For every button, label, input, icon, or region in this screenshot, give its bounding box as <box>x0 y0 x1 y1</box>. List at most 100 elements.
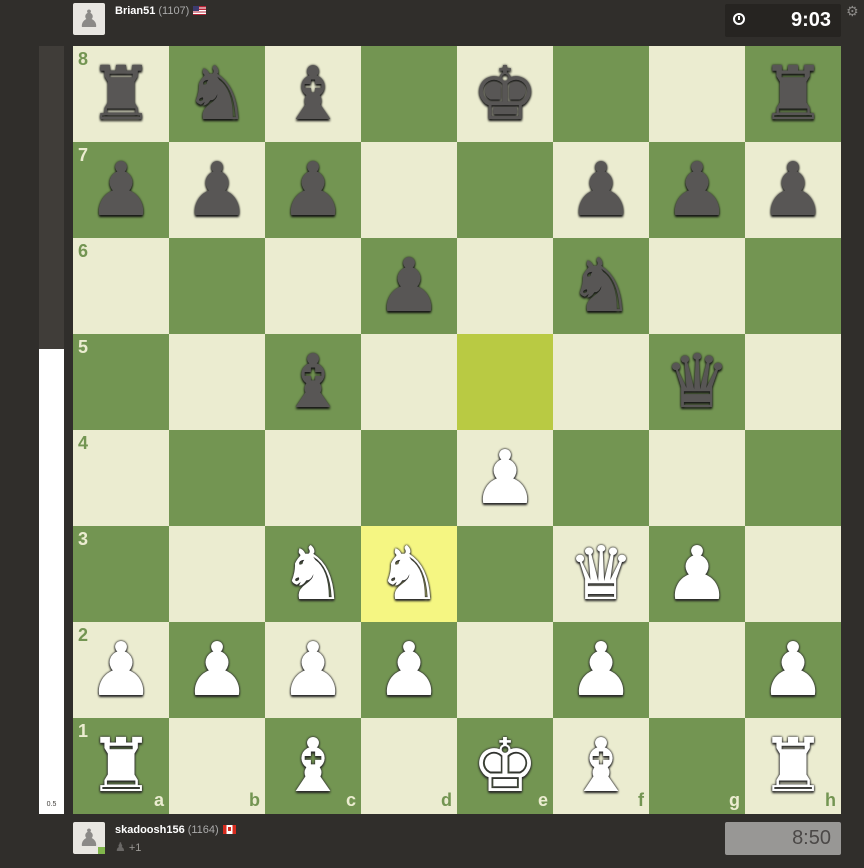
square-e6[interactable] <box>457 238 553 334</box>
white-pawn-piece[interactable]: ♟ <box>361 622 457 718</box>
square-f8[interactable] <box>553 46 649 142</box>
square-h6[interactable] <box>745 238 841 334</box>
square-b8[interactable]: ♞ <box>169 46 265 142</box>
square-d2[interactable]: ♟ <box>361 622 457 718</box>
black-king-piece[interactable]: ♚ <box>457 46 553 142</box>
black-pawn-piece[interactable]: ♟ <box>745 142 841 238</box>
black-rook-piece[interactable]: ♜ <box>73 46 169 142</box>
black-bishop-piece[interactable]: ♝ <box>265 46 361 142</box>
square-e3[interactable] <box>457 526 553 622</box>
gear-icon[interactable]: ⚙ <box>846 4 859 20</box>
white-pawn-piece[interactable]: ♟ <box>265 622 361 718</box>
white-pawn-piece[interactable]: ♟ <box>169 622 265 718</box>
white-pawn-piece[interactable]: ♟ <box>553 622 649 718</box>
square-d7[interactable] <box>361 142 457 238</box>
square-b1[interactable]: b <box>169 718 265 814</box>
square-d3[interactable]: ♞ <box>361 526 457 622</box>
square-a4[interactable]: 4 <box>73 430 169 526</box>
top-player-name[interactable]: Brian51 <box>115 5 155 17</box>
square-c6[interactable] <box>265 238 361 334</box>
square-f2[interactable]: ♟ <box>553 622 649 718</box>
white-pawn-piece[interactable]: ♟ <box>457 430 553 526</box>
black-pawn-piece[interactable]: ♟ <box>265 142 361 238</box>
square-h1[interactable]: h ♜ <box>745 718 841 814</box>
square-e2[interactable] <box>457 622 553 718</box>
square-a6[interactable]: 6 <box>73 238 169 334</box>
white-king-piece[interactable]: ♚ <box>457 718 553 814</box>
square-d5[interactable] <box>361 334 457 430</box>
white-bishop-piece[interactable]: ♝ <box>265 718 361 814</box>
square-d1[interactable]: d <box>361 718 457 814</box>
square-b7[interactable]: ♟ <box>169 142 265 238</box>
white-pawn-piece[interactable]: ♟ <box>649 526 745 622</box>
square-g5[interactable]: ♛ <box>649 334 745 430</box>
square-h2[interactable]: ♟ <box>745 622 841 718</box>
square-f1[interactable]: f ♝ <box>553 718 649 814</box>
square-a8[interactable]: 8 ♜ <box>73 46 169 142</box>
square-c7[interactable]: ♟ <box>265 142 361 238</box>
square-g2[interactable] <box>649 622 745 718</box>
square-f7[interactable]: ♟ <box>553 142 649 238</box>
bottom-player-avatar[interactable]: ♟ <box>73 822 105 854</box>
square-a1[interactable]: 1 a ♜ <box>73 718 169 814</box>
square-c2[interactable]: ♟ <box>265 622 361 718</box>
white-knight-piece[interactable]: ♞ <box>361 526 457 622</box>
bottom-player-name[interactable]: skadoosh156 <box>115 824 185 836</box>
square-h5[interactable] <box>745 334 841 430</box>
white-bishop-piece[interactable]: ♝ <box>553 718 649 814</box>
black-pawn-piece[interactable]: ♟ <box>649 142 745 238</box>
square-g7[interactable]: ♟ <box>649 142 745 238</box>
white-knight-piece[interactable]: ♞ <box>265 526 361 622</box>
black-pawn-piece[interactable]: ♟ <box>361 238 457 334</box>
black-bishop-piece[interactable]: ♝ <box>265 334 361 430</box>
black-pawn-piece[interactable]: ♟ <box>73 142 169 238</box>
white-pawn-piece[interactable]: ♟ <box>745 622 841 718</box>
black-rook-piece[interactable]: ♜ <box>745 46 841 142</box>
white-pawn-piece[interactable]: ♟ <box>73 622 169 718</box>
black-knight-piece[interactable]: ♞ <box>553 238 649 334</box>
square-f6[interactable]: ♞ <box>553 238 649 334</box>
square-b4[interactable] <box>169 430 265 526</box>
white-rook-piece[interactable]: ♜ <box>745 718 841 814</box>
square-b5[interactable] <box>169 334 265 430</box>
square-g1[interactable]: g <box>649 718 745 814</box>
square-g8[interactable] <box>649 46 745 142</box>
square-e5[interactable] <box>457 334 553 430</box>
square-h8[interactable]: ♜ <box>745 46 841 142</box>
square-g3[interactable]: ♟ <box>649 526 745 622</box>
black-pawn-piece[interactable]: ♟ <box>553 142 649 238</box>
square-h4[interactable] <box>745 430 841 526</box>
square-g4[interactable] <box>649 430 745 526</box>
square-c3[interactable]: ♞ <box>265 526 361 622</box>
square-a2[interactable]: 2 ♟ <box>73 622 169 718</box>
square-h7[interactable]: ♟ <box>745 142 841 238</box>
top-player-avatar[interactable]: ♟ <box>73 3 105 35</box>
square-e1[interactable]: e ♚ <box>457 718 553 814</box>
square-b6[interactable] <box>169 238 265 334</box>
square-f4[interactable] <box>553 430 649 526</box>
square-f5[interactable] <box>553 334 649 430</box>
square-c8[interactable]: ♝ <box>265 46 361 142</box>
square-f3[interactable]: ♛ <box>553 526 649 622</box>
square-h3[interactable] <box>745 526 841 622</box>
square-c4[interactable] <box>265 430 361 526</box>
square-c1[interactable]: c ♝ <box>265 718 361 814</box>
square-e8[interactable]: ♚ <box>457 46 553 142</box>
square-e7[interactable] <box>457 142 553 238</box>
chess-board[interactable]: 8 ♜ ♞ ♝ ♚ ♜ 7 ♟ ♟ ♟ ♟ ♟ ♟ 6 ♟ ♞ 5 ♝ ♛ 4 ♟ 3 ♞ ♞ ♛ ♟ 2 ♟ ♟ ♟ ♟ ♟ ♟ 1 a ♜ b c ♝ d… <box>73 46 841 814</box>
square-a5[interactable]: 5 <box>73 334 169 430</box>
square-e4[interactable]: ♟ <box>457 430 553 526</box>
square-d4[interactable] <box>361 430 457 526</box>
square-d6[interactable]: ♟ <box>361 238 457 334</box>
white-rook-piece[interactable]: ♜ <box>73 718 169 814</box>
square-a3[interactable]: 3 <box>73 526 169 622</box>
white-queen-piece[interactable]: ♛ <box>553 526 649 622</box>
square-c5[interactable]: ♝ <box>265 334 361 430</box>
square-b3[interactable] <box>169 526 265 622</box>
black-queen-piece[interactable]: ♛ <box>649 334 745 430</box>
square-g6[interactable] <box>649 238 745 334</box>
square-d8[interactable] <box>361 46 457 142</box>
square-a7[interactable]: 7 ♟ <box>73 142 169 238</box>
black-pawn-piece[interactable]: ♟ <box>169 142 265 238</box>
square-b2[interactable]: ♟ <box>169 622 265 718</box>
